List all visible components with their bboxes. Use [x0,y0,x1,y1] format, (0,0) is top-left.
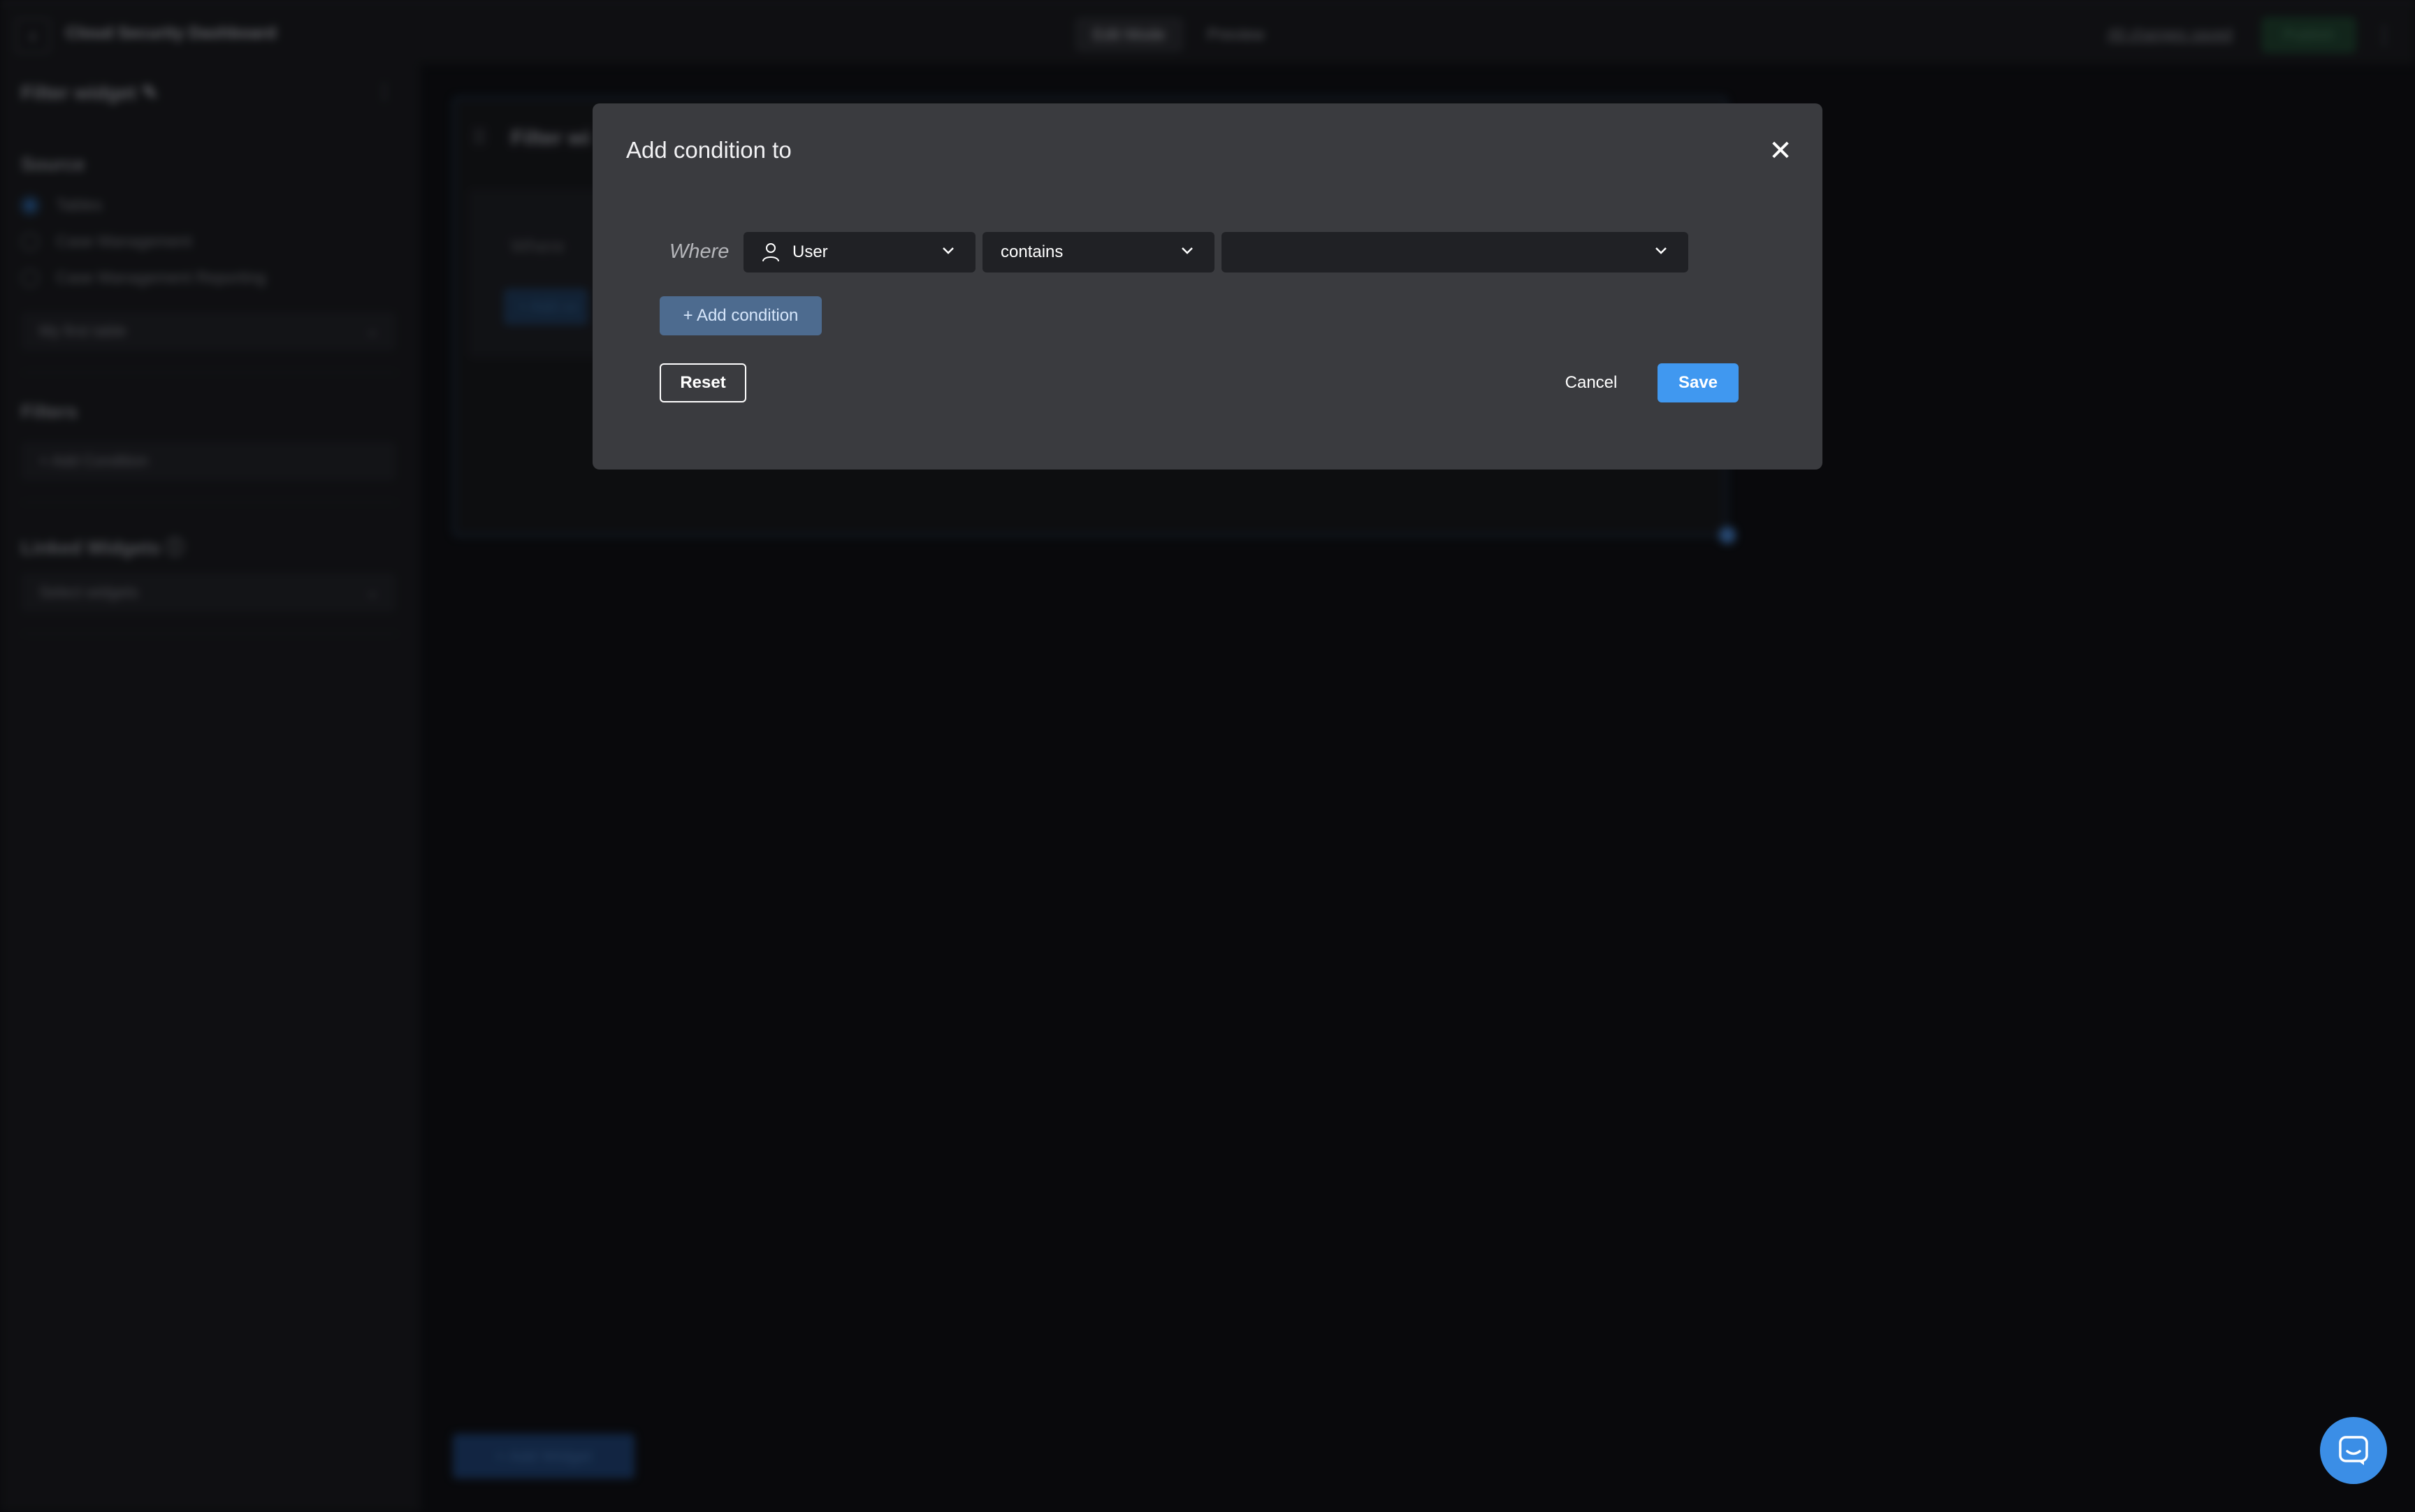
cancel-button[interactable]: Cancel [1553,363,1630,402]
chevron-down-icon [1655,247,1667,254]
chevron-down-icon [943,247,954,254]
close-icon[interactable]: ✕ [1764,134,1797,168]
save-button[interactable]: Save [1658,363,1739,402]
add-condition-button[interactable]: + Add condition [660,296,822,335]
add-condition-modal: Add condition to ✕ Where User contains +… [593,103,1822,470]
chat-launcher-button[interactable] [2320,1417,2387,1484]
operator-select[interactable]: contains [982,232,1214,272]
modal-title: Add condition to [626,137,792,163]
value-select[interactable] [1221,232,1688,272]
reset-button[interactable]: Reset [660,363,746,402]
chevron-down-icon [1182,247,1193,254]
field-select-value: User [792,242,828,261]
user-icon [762,243,779,262]
where-label: Where [669,240,730,263]
chat-icon [2339,1436,2368,1465]
field-select[interactable]: User [744,232,976,272]
operator-select-value: contains [1001,242,1064,261]
